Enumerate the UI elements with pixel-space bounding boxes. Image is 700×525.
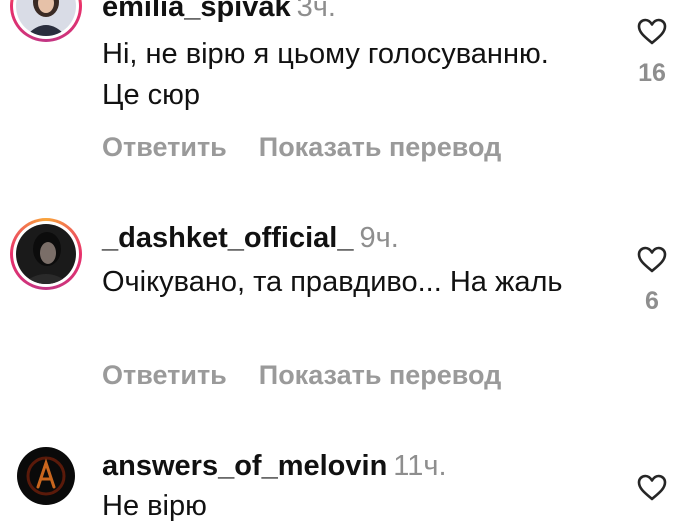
like-count: 16	[638, 59, 666, 87]
show-translation-button[interactable]: Показать перевод	[259, 360, 502, 390]
username[interactable]: answers_of_melovin	[102, 450, 387, 482]
avatar[interactable]	[16, 224, 76, 284]
comment-item: emilia_spivak 3ч. Ні, не вірю я цьому гол…	[0, 0, 700, 190]
comment-header: _dashket_official_ 9ч.	[102, 224, 399, 253]
comment-actions: Ответить Показать перевод	[102, 360, 501, 391]
comment-text: Очікувано, та правдиво... На жаль	[102, 266, 563, 298]
comment-item: _dashket_official_ 9ч. Очікувано, та прав…	[0, 210, 700, 400]
comment-item: answers_of_melovin 11ч. Не вірю	[0, 440, 700, 525]
like-count: 6	[645, 287, 659, 315]
username[interactable]: _dashket_official_	[102, 222, 353, 254]
comment-time: 11ч.	[393, 450, 447, 482]
comment-text: Ні, не вірю я цьому голосуванню. Це сюр	[102, 38, 549, 111]
comment-text: Не вірю	[102, 490, 207, 522]
avatar-image	[16, 0, 76, 36]
avatar-story-ring[interactable]	[10, 0, 82, 42]
like-control: 6	[630, 246, 674, 316]
comment-actions: Ответить Показать перевод	[102, 132, 501, 163]
comments-list: emilia_spivak 3ч. Ні, не вірю я цьому гол…	[0, 0, 700, 525]
reply-button[interactable]: Ответить	[102, 132, 227, 162]
avatar-story-ring[interactable]	[10, 218, 82, 290]
heart-outline-icon[interactable]	[637, 246, 667, 273]
username[interactable]: emilia_spivak	[102, 0, 291, 23]
comment-header: answers_of_melovin 11ч.	[102, 452, 447, 481]
comment-time: 3ч.	[296, 0, 336, 23]
like-control: 16	[630, 18, 674, 88]
avatar[interactable]	[17, 447, 75, 505]
heart-outline-icon[interactable]	[637, 18, 667, 45]
show-translation-button[interactable]: Показать перевод	[259, 132, 502, 162]
comment-time: 9ч.	[359, 222, 399, 254]
avatar-image	[17, 447, 75, 505]
like-control	[630, 474, 674, 501]
heart-outline-icon[interactable]	[637, 474, 667, 501]
comment-header: emilia_spivak 3ч.	[102, 0, 336, 22]
avatar-image	[16, 224, 76, 284]
avatar-container[interactable]	[10, 440, 82, 512]
avatar[interactable]	[16, 0, 76, 36]
reply-button[interactable]: Ответить	[102, 360, 227, 390]
